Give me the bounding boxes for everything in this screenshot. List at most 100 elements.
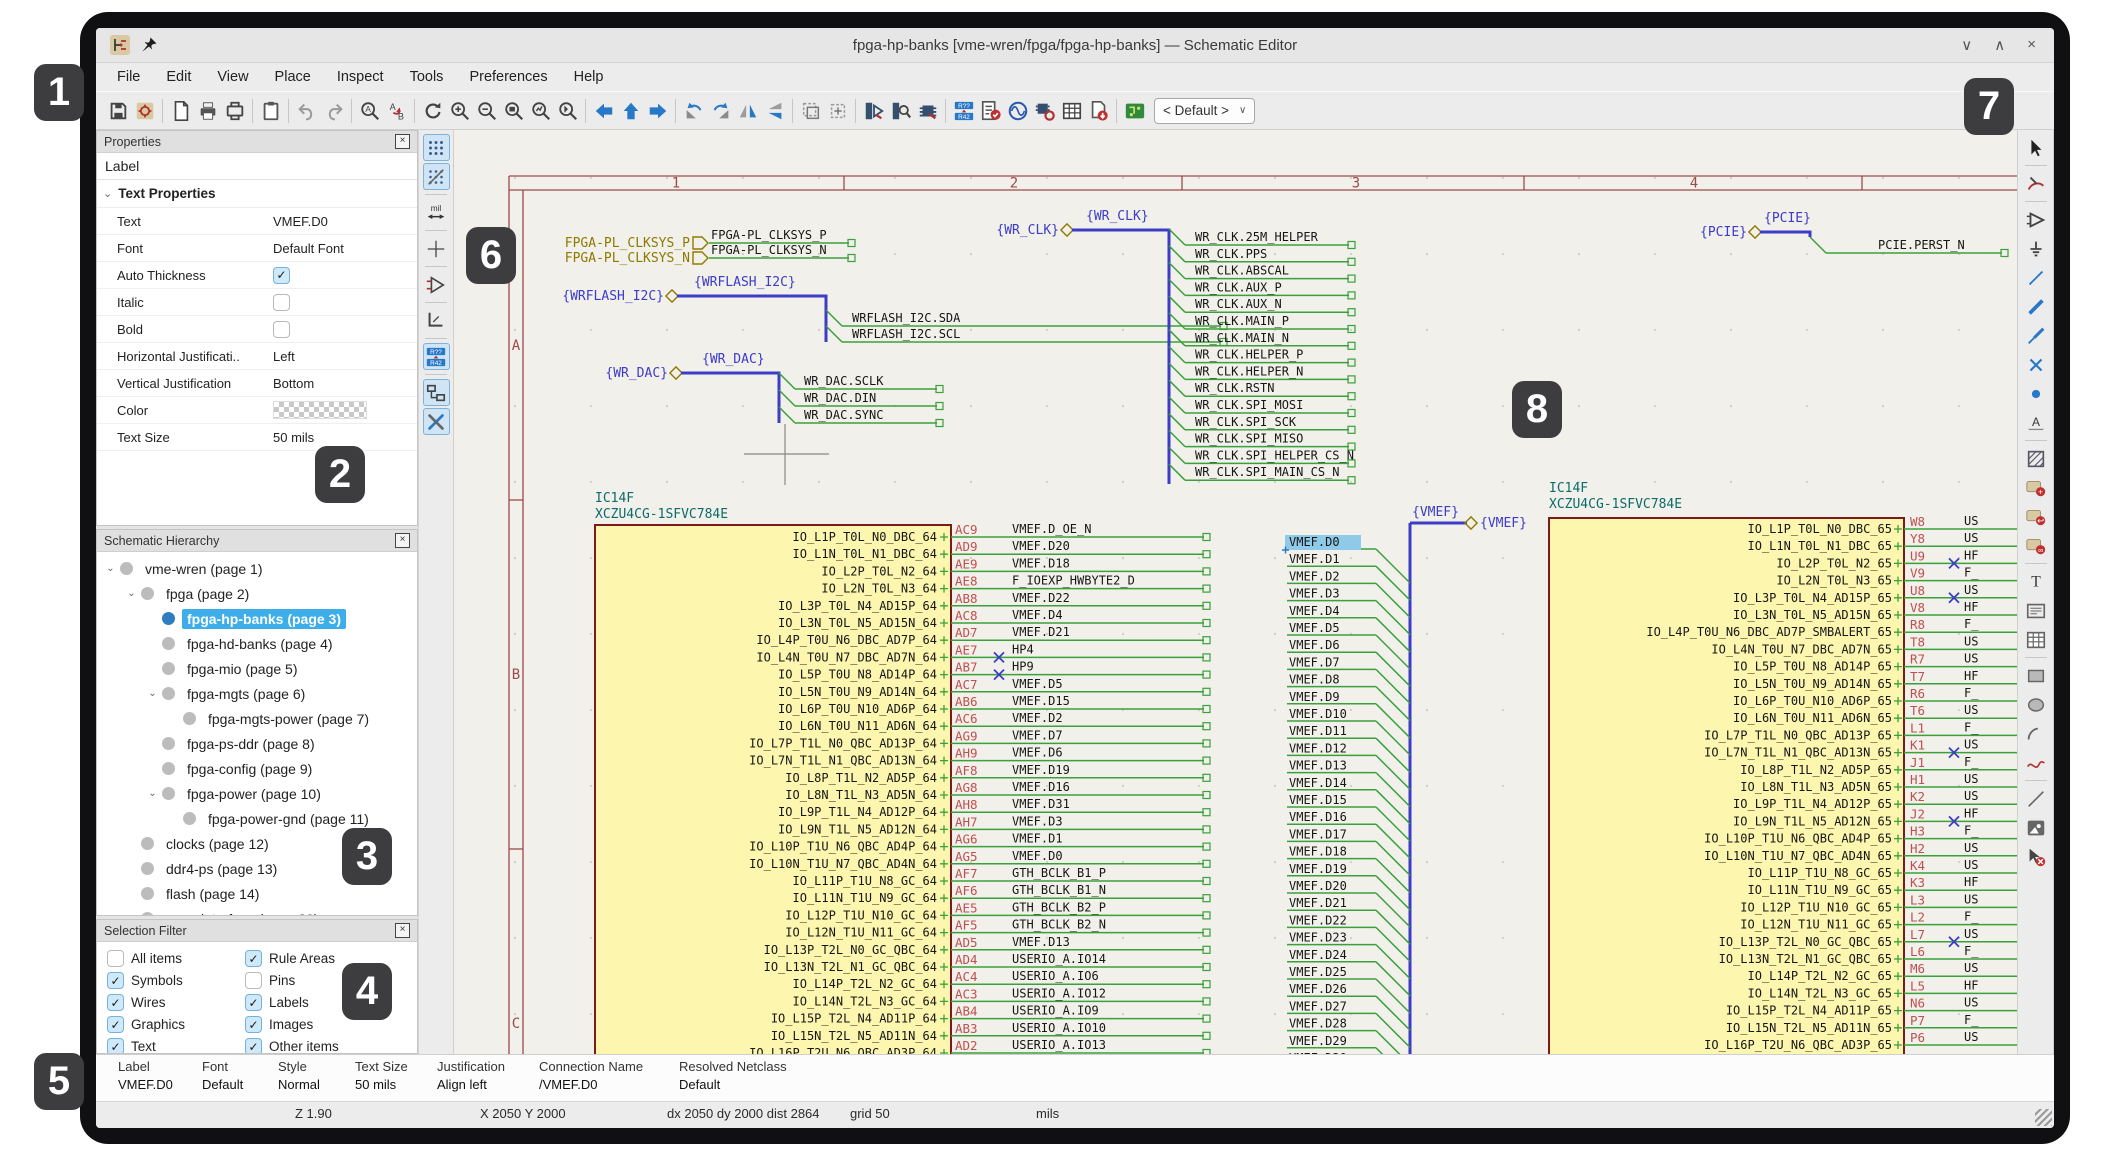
bus-entry[interactable]: [1169, 464, 1185, 480]
hier-bus-label[interactable]: {WR_DAC}: [605, 366, 668, 381]
table-icon[interactable]: [2022, 626, 2049, 653]
net-label[interactable]: VMEF.D28: [1289, 1017, 1347, 1031]
print-icon[interactable]: [194, 97, 221, 124]
bus-entry[interactable]: [1376, 583, 1410, 617]
net-label[interactable]: VMEF.D7: [1012, 728, 1063, 742]
net-label[interactable]: US: [1964, 514, 1978, 528]
net-label[interactable]: US: [1964, 961, 1978, 975]
net-label[interactable]: VMEF.D13: [1012, 935, 1070, 949]
filter-wires[interactable]: ✓Wires: [107, 994, 245, 1011]
net-label[interactable]: VMEF.D15: [1289, 793, 1347, 807]
hier-bus-label[interactable]: {WRFLASH_I2C}: [562, 289, 664, 304]
bus[interactable]: [1072, 230, 1169, 484]
checkbox[interactable]: ✓: [245, 1038, 262, 1054]
property-value[interactable]: ✓: [265, 267, 417, 284]
bus-entry[interactable]: [1376, 962, 1410, 996]
footprint-editor-icon[interactable]: [914, 97, 941, 124]
net-label[interactable]: VMEF.D31: [1012, 797, 1070, 811]
net-label[interactable]: US: [1964, 703, 1978, 717]
net-label[interactable]: WR_CLK.AUX_N: [1195, 297, 1282, 311]
draw-bus-icon[interactable]: [2022, 293, 2049, 320]
net-label[interactable]: VMEF.D5: [1289, 621, 1340, 635]
menu-inspect[interactable]: Inspect: [326, 66, 395, 88]
line-icon[interactable]: [2022, 785, 2049, 812]
net-label[interactable]: F_: [1964, 1013, 1979, 1027]
net-label[interactable]: US: [1964, 634, 1978, 648]
menu-view[interactable]: View: [206, 66, 259, 88]
image-icon[interactable]: [2022, 814, 2049, 841]
net-label[interactable]: HF: [1964, 875, 1978, 889]
nav-up-icon[interactable]: [617, 97, 644, 124]
color-swatch[interactable]: [273, 401, 367, 419]
filter-text[interactable]: ✓Text: [107, 1038, 245, 1054]
net-label[interactable]: VMEF.D5: [1012, 677, 1063, 691]
save-icon[interactable]: [104, 97, 131, 124]
bus-entry[interactable]: [1376, 635, 1410, 669]
chevron-down-icon[interactable]: ⌄: [145, 788, 160, 799]
net-label[interactable]: VMEF.D17: [1289, 827, 1347, 841]
bus-entry[interactable]: [826, 310, 842, 326]
net-label[interactable]: F_: [1964, 617, 1979, 631]
net-label[interactable]: USERIO_A.IO9: [1012, 1004, 1099, 1018]
net-label[interactable]: HP4: [1012, 642, 1034, 656]
rotate-cw-icon[interactable]: [707, 97, 734, 124]
bus-entry-icon[interactable]: [2022, 322, 2049, 349]
net-label[interactable]: VMEF.D14: [1289, 776, 1347, 790]
bus-entry[interactable]: [1376, 979, 1410, 1013]
grid-override-icon[interactable]: [423, 163, 450, 190]
net-label[interactable]: VMEF.D9: [1289, 690, 1340, 704]
net-label-icon[interactable]: A: [2022, 409, 2049, 436]
net-label[interactable]: GTH_BCLK_B1_N: [1012, 883, 1106, 897]
net-label[interactable]: VMEF.D18: [1289, 845, 1347, 859]
net-label[interactable]: US: [1964, 772, 1978, 786]
hier-connector-diamond[interactable]: [1749, 226, 1761, 238]
net-label[interactable]: US: [1964, 841, 1978, 855]
arc-icon[interactable]: [2022, 720, 2049, 747]
net-label[interactable]: WR_CLK.SPI_SCK: [1195, 415, 1297, 429]
net-label[interactable]: WR_CLK.SPI_MISO: [1195, 432, 1303, 446]
net-label[interactable]: VMEF.D8: [1289, 673, 1340, 687]
net-label[interactable]: HF: [1964, 806, 1978, 820]
net-label[interactable]: HF: [1964, 669, 1978, 683]
net-label[interactable]: VMEF.D_OE_N: [1012, 522, 1091, 536]
chevron-down-icon[interactable]: ⌄: [103, 563, 118, 574]
net-label[interactable]: USERIO_A.IO10: [1012, 1021, 1106, 1035]
bus-entry[interactable]: [1376, 841, 1410, 875]
net-label[interactable]: VMEF.D6: [1289, 638, 1340, 652]
net-label[interactable]: VMEF.D2: [1012, 711, 1063, 725]
net-label[interactable]: VMEF.D24: [1289, 948, 1347, 962]
zoom-selection-icon[interactable]: [554, 97, 581, 124]
grid-icon[interactable]: [423, 134, 450, 161]
hier-connector-diamond[interactable]: [1061, 224, 1073, 236]
checkbox[interactable]: ✓: [245, 1016, 262, 1033]
menu-edit[interactable]: Edit: [155, 66, 202, 88]
net-label[interactable]: VMEF.D11: [1289, 724, 1347, 738]
bus-entry[interactable]: [1376, 893, 1410, 927]
bus[interactable]: [681, 373, 779, 423]
text-box-icon[interactable]: [2022, 597, 2049, 624]
property-value[interactable]: Default Font: [265, 241, 417, 256]
bus-entry[interactable]: [1169, 363, 1185, 379]
hierarchy-item-fpga[interactable]: ⌄fpga (page 2): [97, 581, 417, 606]
hier-bus-label[interactable]: {WR_CLK}: [996, 223, 1059, 238]
net-label[interactable]: PCIE.PERST_N: [1878, 238, 1965, 252]
net-label[interactable]: VMEF.D3: [1012, 814, 1063, 828]
rotate-ccw-icon[interactable]: [680, 97, 707, 124]
bus-entry[interactable]: [1376, 549, 1410, 583]
net-label[interactable]: VMEF.D4: [1012, 608, 1063, 622]
hierarchy-item-fpga-mgts-power[interactable]: fpga-mgts-power (page 7): [97, 706, 417, 731]
net-label[interactable]: WR_CLK.MAIN_P: [1195, 314, 1289, 328]
checkbox[interactable]: [273, 321, 290, 338]
net-label[interactable]: VMEF.D0: [1289, 535, 1340, 549]
navigator-icon[interactable]: [423, 379, 450, 406]
symbol-editor-icon[interactable]: [860, 97, 887, 124]
checkbox[interactable]: [245, 972, 262, 989]
junction-icon[interactable]: [2022, 380, 2049, 407]
mirror-v-icon[interactable]: [761, 97, 788, 124]
net-label[interactable]: HF: [1964, 548, 1978, 562]
net-label[interactable]: VMEF.D19: [1012, 763, 1070, 777]
bus-entry[interactable]: [1376, 807, 1410, 841]
bus-entry[interactable]: [1376, 876, 1410, 910]
bus-entry[interactable]: [1376, 927, 1410, 961]
minimize-button[interactable]: ∨: [1961, 36, 1972, 54]
